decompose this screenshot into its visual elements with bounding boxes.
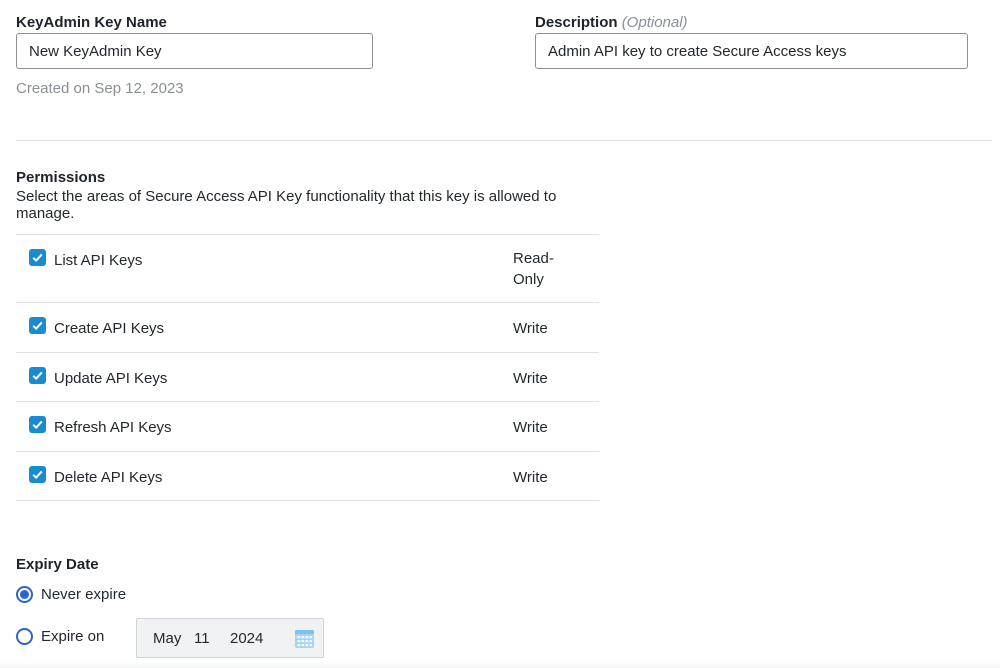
created-date: Created on Sep 12, 2023 — [16, 80, 184, 97]
checkbox-refresh-api-keys[interactable] — [29, 416, 46, 433]
permission-name: Update API Keys — [54, 369, 168, 387]
checkbox-create-api-keys[interactable] — [29, 317, 46, 334]
never-expire-radio[interactable] — [16, 586, 33, 603]
checkmark-icon — [32, 470, 43, 479]
permission-row-list: List API Keys Read-Only — [16, 235, 599, 303]
checkmark-icon — [32, 371, 43, 380]
permission-access: Write — [513, 369, 548, 387]
key-name-input[interactable] — [16, 33, 373, 69]
expire-on-label: Expire on — [41, 628, 105, 645]
checkmark-icon — [32, 253, 43, 263]
calendar-icon[interactable] — [294, 628, 315, 649]
permission-row-create: Create API Keys Write — [16, 303, 599, 353]
checkmark-icon — [32, 420, 43, 430]
permission-access: Write — [513, 320, 548, 337]
permission-row-delete: Delete API Keys Write — [16, 452, 599, 501]
permission-row-refresh: Refresh API Keys Write — [16, 402, 599, 452]
description-input[interactable] — [535, 33, 968, 69]
description-label: Description (Optional) — [535, 14, 688, 31]
permissions-title: Permissions — [16, 169, 106, 186]
permission-name: Refresh API Keys — [54, 419, 172, 436]
date-year[interactable]: 2024 — [230, 630, 263, 647]
permission-name: Create API Keys — [54, 320, 165, 337]
description-label-text: Description — [535, 14, 618, 31]
expiry-title: Expiry Date — [16, 556, 99, 573]
expiry-date-input[interactable]: May 11 2024 — [136, 618, 324, 658]
never-expire-label: Never expire — [41, 586, 127, 603]
bottom-fade — [0, 662, 1000, 668]
permission-name: List API Keys — [54, 252, 143, 269]
permissions-description: Select the areas of Secure Access API Ke… — [16, 188, 557, 222]
optional-tag: (Optional) — [621, 14, 688, 31]
checkbox-list-api-keys[interactable] — [29, 249, 46, 266]
permission-row-update: Update API Keys Write — [16, 353, 599, 402]
checkmark-icon — [32, 321, 43, 331]
checkbox-update-api-keys[interactable] — [29, 366, 46, 384]
permissions-table: List API Keys Read-Only Create API Keys … — [16, 234, 599, 501]
permission-access: Read-Only — [513, 250, 554, 288]
expire-on-option[interactable]: Expire on — [16, 628, 104, 645]
permission-access: Write — [513, 419, 548, 436]
permission-access: Write — [513, 468, 548, 486]
key-name-label: KeyAdmin Key Name — [16, 14, 167, 31]
never-expire-option[interactable]: Never expire — [16, 586, 126, 603]
expire-on-radio[interactable] — [16, 628, 33, 645]
date-day[interactable]: 11 — [194, 630, 210, 647]
date-month[interactable]: May — [153, 630, 181, 647]
divider — [16, 140, 992, 141]
permission-name: Delete API Keys — [54, 468, 163, 486]
checkbox-delete-api-keys[interactable] — [29, 465, 46, 483]
radio-selected-dot — [20, 590, 29, 599]
